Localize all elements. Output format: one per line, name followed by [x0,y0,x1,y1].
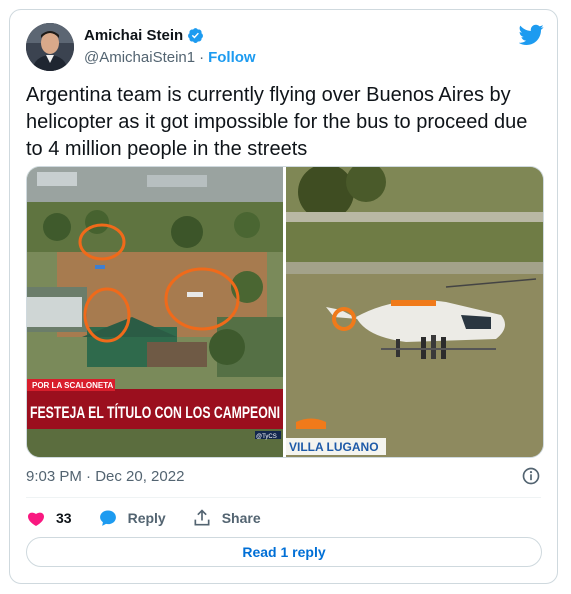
reply-button[interactable]: Reply [98,507,166,529]
verified-badge-icon [188,28,204,43]
tweet-text: Argentina team is currently flying over … [26,84,528,160]
reply-label: Reply [127,510,166,526]
media-image-left[interactable]: POR LA SCALONETA FESTEJA EL TÍTULO CON L… [27,167,283,457]
tweet-card: Amichai Stein @AmichaiStein1 · Follow Ar… [9,9,558,584]
author-handle[interactable]: @AmichaiStein1 [84,49,195,66]
twitter-bird-icon[interactable] [519,24,544,46]
reply-bubble-icon [99,510,116,526]
media-grid[interactable]: POR LA SCALONETA FESTEJA EL TÍTULO CON L… [26,166,544,458]
follow-button[interactable]: Follow [208,49,256,66]
action-bar: 33 Reply Share [26,507,287,529]
info-icon[interactable] [521,466,541,486]
location-label: VILLA LUGANO [289,440,379,454]
like-count: 33 [56,510,72,526]
like-button[interactable]: 33 [26,507,72,529]
broadcast-headline: FESTEJA EL TÍTULO CON LOS CAMPEONI [30,403,280,422]
share-label: Share [221,510,261,526]
media-image-right[interactable]: VILLA LUGANO [286,167,543,457]
broadcast-tag: POR LA SCALONETA [32,381,114,390]
read-reply-button[interactable]: Read 1 reply [26,537,542,567]
tweet-timestamp[interactable]: 9:03 PM · Dec 20, 2022 [26,468,184,485]
share-icon [194,509,210,526]
avatar-photo [26,23,74,71]
heart-icon [28,512,44,526]
share-button[interactable]: Share [192,507,261,529]
avatar[interactable] [26,23,74,71]
divider [26,497,541,498]
handle-separator: · [199,49,205,66]
author-name[interactable]: Amichai Stein [84,27,183,44]
broadcast-watermark: @TyCS [256,434,277,440]
